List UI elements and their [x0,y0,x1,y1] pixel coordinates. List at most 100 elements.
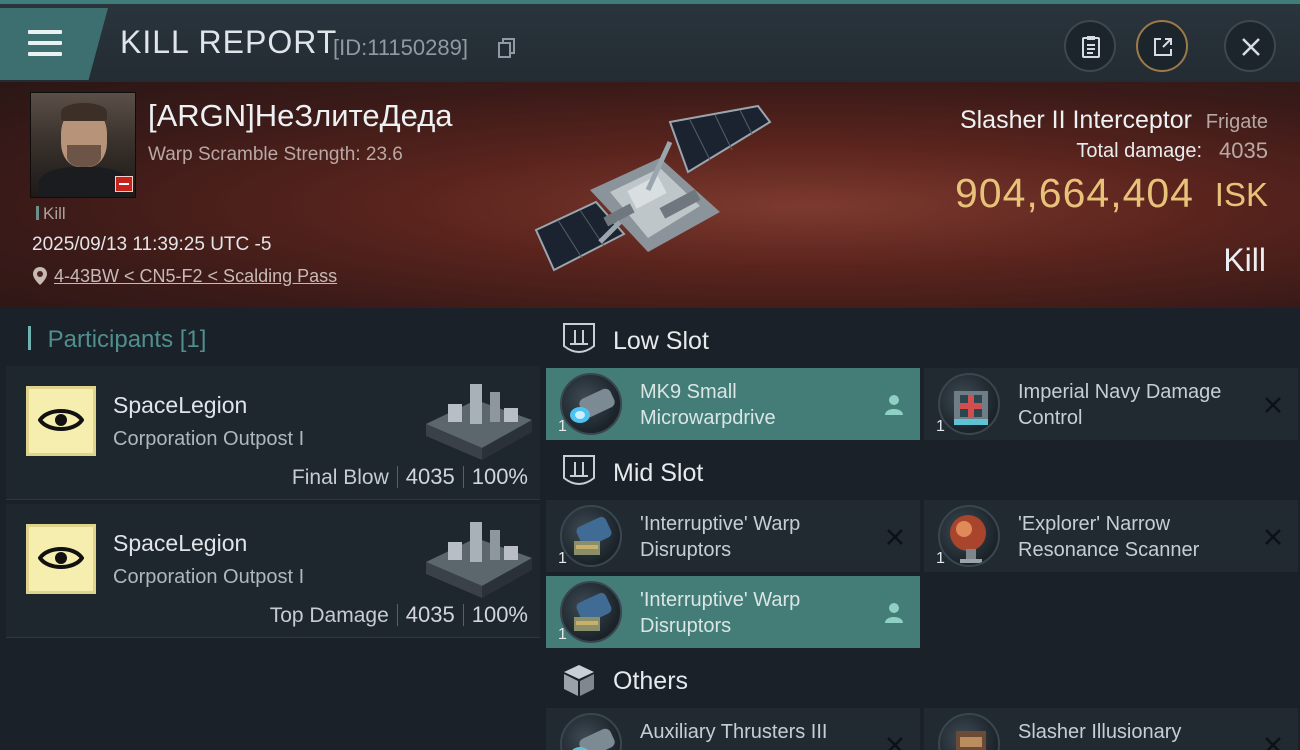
participant-role: Final Blow [291,466,389,489]
thrusters-icon [560,713,622,750]
participant-ship-name: Corporation Outpost I [113,566,305,588]
participant-row[interactable]: SpaceLegion Corporation Outpost I Final … [6,366,540,500]
menu-icon-bar [28,41,62,45]
participant-stats: Final Blow 4035 100% [292,464,528,490]
share-icon [1154,38,1172,56]
module-name: 'Interruptive' Warp Disruptors [640,589,801,637]
module-card[interactable]: 1 'Interruptive' Warp Disruptors [546,576,920,648]
participant-percent: 100% [471,602,528,627]
report-id: [ID:11150289] [333,35,468,60]
module-art [574,592,612,631]
module-name: MK9 Small Microwarpdrive [640,381,776,429]
stats-separator [462,604,464,626]
mid-slot-header: Mid Slot [546,442,1298,502]
participant-corp-name: SpaceLegion [113,392,248,418]
module-art [570,388,615,423]
warp-disruptor-icon [560,581,622,643]
module-quantity: 1 [558,418,567,435]
scanner-icon [938,505,1000,567]
stats-separator [396,604,398,626]
module-card[interactable]: 1 'Interruptive' Warp Disruptors [546,500,920,572]
ship-class: Frigate [1205,111,1268,133]
module-art [574,516,612,555]
module-card[interactable]: 1 MK9 Small Microwarpdrive [546,368,920,440]
module-name: Slasher Illusionary [1018,721,1182,743]
module-quantity: 1 [558,550,567,567]
module-quantity: 1 [558,626,567,643]
kill-tag: Kill [36,204,66,224]
outpost-image [426,522,532,598]
eye-icon [38,409,84,431]
isk-value: 904,664,404 [954,170,1194,216]
outpost-image [426,384,532,460]
menu-icon [28,30,62,34]
mid-slot-title: Mid Slot [613,459,704,487]
dropped-person-icon [885,395,903,415]
pilot-name[interactable]: [ARGN]НеЗлитеДеда [148,98,453,134]
location-link[interactable]: 4-43BW < CN5-F2 < Scalding Pass [54,266,337,287]
participant-role: Top Damage [269,604,389,627]
module-name: Imperial Navy Damage Control [1018,381,1222,429]
warp-disruptor-icon [560,505,622,567]
mid-slot-icon [563,455,595,485]
participant-corp-name: SpaceLegion [113,530,248,556]
stats-separator [462,466,464,488]
clipboard-icon [1082,36,1100,58]
page-title: KILL REPORT [120,24,338,60]
participant-damage: 4035 [405,602,455,627]
module-card[interactable]: 1 'Explorer' Narrow Resonance Scanner [924,500,1298,572]
participant-damage: 4035 [405,464,455,489]
corporation-logo [26,386,96,456]
copy-icon[interactable] [498,38,516,58]
destroyed-x-icon [1265,737,1281,750]
ship-image [534,104,772,272]
low-slot-icon [563,323,595,353]
module-card[interactable]: 1 Imperial Navy Damage Control [924,368,1298,440]
module-name: Auxiliary Thrusters III [640,721,828,743]
total-damage-label: Total damage: [1076,140,1202,162]
module-art [956,731,986,750]
module-art [950,515,986,563]
module-quantity: 1 [936,418,945,435]
module-art [572,728,615,750]
destroyed-x-icon [1265,529,1281,545]
result-label: Kill [1223,242,1266,278]
module-card[interactable]: Auxiliary Thrusters III [546,708,920,750]
clipboard-button[interactable] [1064,20,1116,72]
menu-button[interactable] [0,8,108,80]
participants-header[interactable]: Participants [1] [28,326,207,354]
module-quantity: 1 [936,550,945,567]
participants-count: [1] [179,326,207,353]
security-status-badge [115,176,133,192]
module-card[interactable]: Slasher Illusionary [924,708,1298,750]
ship-skin-icon [938,713,1000,750]
participant-ship-name: Corporation Outpost I [113,428,305,450]
participants-panel: Participants [1] SpaceLegion Corporation… [0,308,540,750]
participant-stats: Top Damage 4035 100% [270,602,528,628]
microwarpdrive-icon [560,373,622,435]
top-bar: KILL REPORT [ID:11150289] [0,0,1300,82]
close-button[interactable] [1224,20,1276,72]
corporation-logo [26,524,96,594]
kill-timestamp: 2025/09/13 11:39:25 UTC -5 [32,234,272,255]
destroyed-x-icon [887,737,903,750]
close-icon [1242,38,1260,56]
others-title: Others [613,667,689,695]
participants-label: Participants [47,326,174,353]
portrait-beard [67,145,101,167]
participant-row[interactable]: SpaceLegion Corporation Outpost I Top Da… [6,504,540,638]
victim-banner: [ARGN]НеЗлитеДеда Warp Scramble Strength… [0,82,1300,308]
portrait-hair [61,103,107,121]
module-art [954,391,988,425]
location-pin-icon [33,267,47,285]
low-slot-header: Low Slot [546,310,1298,370]
fitting-panel: Low Slot 1 MK9 Small Microwarpdrive 1 Im… [540,308,1300,750]
ship-name[interactable]: Slasher II Interceptor [960,106,1192,135]
isk-unit: ISK [1214,176,1268,213]
participant-percent: 100% [471,464,528,489]
kill-location[interactable]: 4-43BW < CN5-F2 < Scalding Pass [32,266,337,291]
share-button[interactable] [1136,20,1188,72]
module-name: 'Explorer' Narrow Resonance Scanner [1018,513,1200,561]
damage-control-icon [938,373,1000,435]
stats-separator [396,466,398,488]
